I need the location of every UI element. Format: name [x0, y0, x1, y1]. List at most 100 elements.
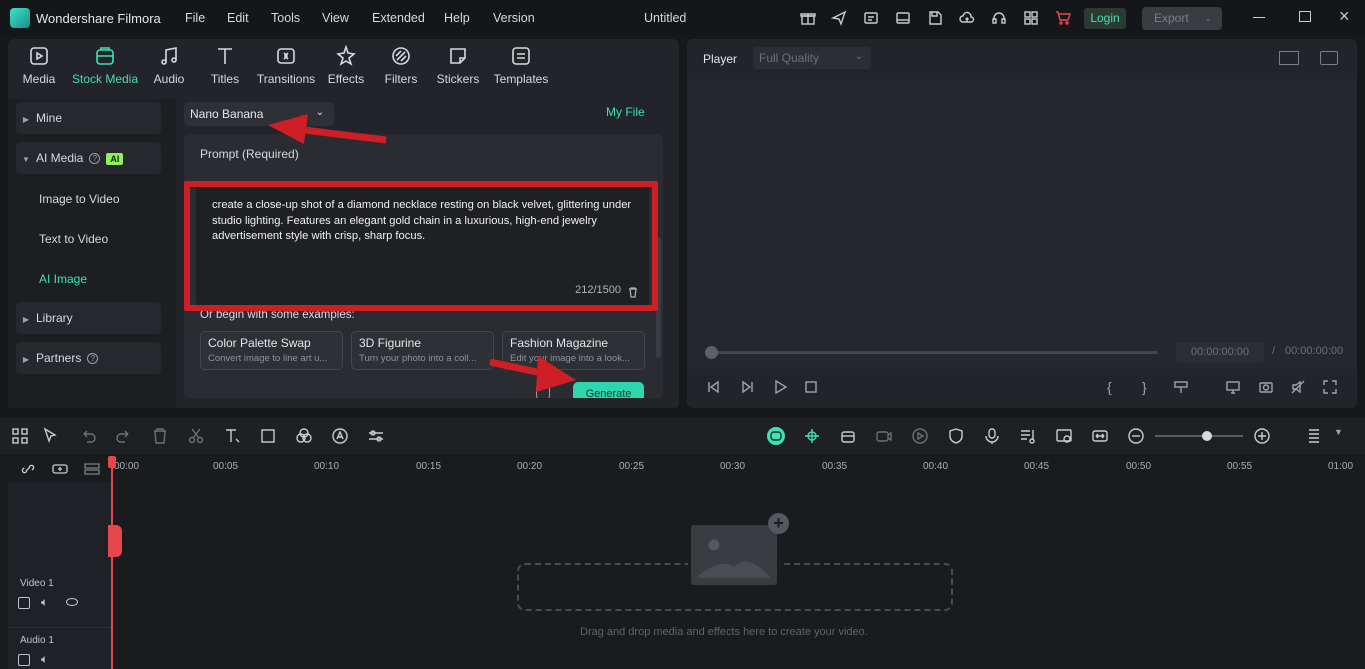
- add-track-icon[interactable]: [52, 462, 68, 476]
- menu-extended[interactable]: Extended: [372, 11, 425, 25]
- adjust-settings-icon[interactable]: [367, 427, 385, 445]
- camera-snapshot-icon[interactable]: [1258, 379, 1274, 395]
- snapshot-image-icon[interactable]: [1320, 51, 1338, 65]
- sidebar-item-ai-media[interactable]: ▼ AI Media? AI: [16, 142, 161, 174]
- menu-view[interactable]: View: [322, 11, 349, 25]
- my-file-link[interactable]: My File: [606, 105, 645, 119]
- example-card[interactable]: 3D Figurine Turn your photo into a coll..…: [351, 331, 494, 370]
- prompt-scrollbar[interactable]: [656, 237, 661, 358]
- fit-width-icon[interactable]: [1091, 427, 1109, 445]
- current-timecode[interactable]: 00:00:00:00: [1176, 342, 1264, 363]
- playback-progress-knob[interactable]: [705, 346, 718, 359]
- motion-tracking-icon[interactable]: [875, 427, 893, 445]
- display-settings-icon[interactable]: [1225, 379, 1241, 395]
- export-button[interactable]: Export ⌄: [1142, 7, 1222, 30]
- zoom-slider-knob[interactable]: [1202, 431, 1212, 441]
- tab-media[interactable]: Media: [11, 45, 67, 86]
- send-icon[interactable]: [830, 10, 847, 27]
- sidebar-item-image-to-video[interactable]: Image to Video: [39, 192, 120, 206]
- example-card[interactable]: Fashion Magazine Edit your image into a l…: [502, 331, 645, 370]
- stop-icon[interactable]: [803, 379, 819, 395]
- play-icon[interactable]: [772, 379, 788, 395]
- help-icon[interactable]: ?: [87, 353, 99, 365]
- save-icon[interactable]: [927, 10, 943, 26]
- next-frame-icon[interactable]: [739, 379, 755, 395]
- menu-edit[interactable]: Edit: [227, 11, 249, 25]
- eye-visibility-icon[interactable]: [66, 598, 78, 606]
- gift-icon[interactable]: [800, 10, 816, 26]
- menu-tools[interactable]: Tools: [271, 11, 300, 25]
- color-match-icon[interactable]: [295, 427, 313, 445]
- media-library-icon[interactable]: [863, 10, 879, 26]
- delete-icon[interactable]: [151, 427, 169, 445]
- headset-icon[interactable]: [991, 10, 1007, 26]
- volume-icon[interactable]: 🔈︎: [41, 652, 48, 667]
- auto-highlight-icon[interactable]: [803, 427, 821, 445]
- trash-icon[interactable]: [627, 286, 639, 298]
- tab-transitions[interactable]: Transitions: [254, 45, 318, 86]
- quality-dropdown[interactable]: Full Quality ⌄: [753, 47, 871, 69]
- track-manager-icon[interactable]: [84, 462, 100, 476]
- select-cursor-icon[interactable]: [42, 427, 60, 445]
- lock-track-icon[interactable]: [18, 654, 30, 666]
- example-card[interactable]: Color Palette Swap Convert image to line …: [200, 331, 343, 370]
- playhead-marker[interactable]: [108, 525, 122, 557]
- tab-stickers[interactable]: Stickers: [430, 45, 486, 86]
- lock-track-icon[interactable]: [18, 597, 30, 609]
- cloud-upload-icon[interactable]: [959, 10, 975, 26]
- timeline-ruler[interactable]: 00:00 00:05 00:10 00:15 00:20 00:25 00:3…: [0, 456, 1365, 482]
- zoom-out-icon[interactable]: [1127, 427, 1145, 445]
- add-media-image-icon[interactable]: [688, 522, 780, 588]
- playhead-line[interactable]: [111, 456, 113, 669]
- sidebar-item-library[interactable]: ▶ Library: [16, 302, 161, 334]
- sidebar-item-mine[interactable]: ▶ Mine: [16, 102, 161, 134]
- track-menu-icon[interactable]: [1305, 427, 1323, 445]
- undo-icon[interactable]: [79, 427, 97, 445]
- generate-button[interactable]: Generate: [573, 382, 644, 398]
- tab-templates[interactable]: Templates: [488, 45, 554, 86]
- chevron-down-icon[interactable]: ▼: [1334, 427, 1343, 437]
- ai-tools-icon[interactable]: [331, 427, 349, 445]
- plus-icon[interactable]: +: [768, 513, 789, 534]
- redo-icon[interactable]: [115, 427, 133, 445]
- cart-icon[interactable]: [1055, 10, 1071, 26]
- tab-audio[interactable]: Audio: [141, 45, 197, 86]
- split-scissors-icon[interactable]: [187, 427, 205, 445]
- zoom-in-icon[interactable]: [1253, 427, 1271, 445]
- crop-icon[interactable]: [259, 427, 277, 445]
- tab-effects[interactable]: Effects: [318, 44, 374, 86]
- shield-icon[interactable]: [947, 427, 965, 445]
- menu-file[interactable]: File: [185, 11, 205, 25]
- help-icon[interactable]: ?: [89, 153, 101, 165]
- sidebar-item-text-to-video[interactable]: Text to Video: [39, 232, 108, 246]
- mark-out-icon[interactable]: }: [1142, 379, 1158, 395]
- login-button[interactable]: Login: [1084, 8, 1126, 29]
- tab-titles[interactable]: Titles: [197, 45, 253, 86]
- zoom-slider-track[interactable]: [1155, 435, 1243, 437]
- microphone-icon[interactable]: [983, 427, 1001, 445]
- text-tool-icon[interactable]: [223, 427, 241, 445]
- layout-grid-icon[interactable]: [11, 427, 29, 445]
- menu-version[interactable]: Version: [493, 11, 535, 25]
- minimize-icon[interactable]: [1253, 17, 1265, 18]
- mark-in-icon[interactable]: {: [1107, 379, 1123, 395]
- restore-icon[interactable]: [1299, 11, 1311, 22]
- link-unlink-icon[interactable]: [21, 462, 35, 476]
- layout-icon[interactable]: [895, 10, 911, 26]
- model-dropdown[interactable]: Nano Banana ⌄: [184, 102, 334, 126]
- mute-audio-icon[interactable]: [1290, 379, 1306, 395]
- fullscreen-icon[interactable]: [1322, 379, 1338, 395]
- prompt-textarea[interactable]: create a close-up shot of a diamond neck…: [196, 184, 649, 306]
- prompt-text[interactable]: create a close-up shot of a diamond neck…: [212, 198, 636, 245]
- close-icon[interactable]: ×: [1339, 6, 1350, 26]
- smart-cut-icon[interactable]: [839, 427, 857, 445]
- insert-clip-icon[interactable]: [1173, 379, 1189, 395]
- play-range-icon[interactable]: [911, 427, 929, 445]
- grid-apps-icon[interactable]: [1023, 10, 1039, 26]
- menu-help[interactable]: Help: [444, 11, 470, 25]
- tab-stock-media[interactable]: Stock Media: [70, 45, 140, 86]
- ai-copilot-icon[interactable]: [767, 427, 785, 445]
- playback-progress-track[interactable]: [711, 351, 1158, 354]
- audio-mixer-icon[interactable]: [1019, 427, 1037, 445]
- sidebar-item-partners[interactable]: ▶ Partners?: [16, 342, 161, 374]
